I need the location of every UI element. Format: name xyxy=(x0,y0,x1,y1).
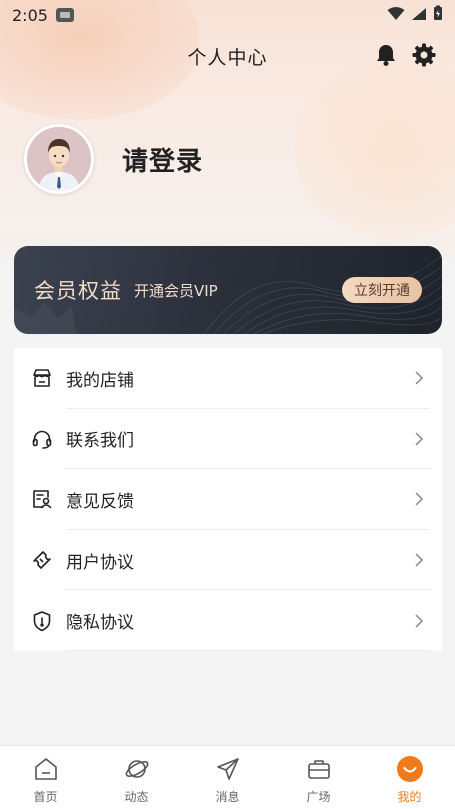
app-notification-icon xyxy=(55,8,74,22)
cellular-signal-icon xyxy=(411,6,427,25)
ticket-icon xyxy=(30,548,54,572)
top-header: 个人中心 xyxy=(0,38,455,74)
headset-icon xyxy=(30,427,54,451)
bell-icon[interactable] xyxy=(373,42,399,68)
menu-item-label: 意见反馈 xyxy=(66,491,134,512)
smile-icon xyxy=(396,755,424,783)
status-indicators xyxy=(387,5,443,25)
page-title: 个人中心 xyxy=(187,46,268,69)
wifi-icon xyxy=(387,6,405,25)
shield-icon xyxy=(30,609,54,633)
chevron-right-icon xyxy=(414,552,430,568)
settings-menu: 我的店铺 联系我们 意见反馈 用户协议 隐私协议 xyxy=(14,348,442,651)
chevron-right-icon xyxy=(414,613,430,629)
vip-title: 会员权益 xyxy=(34,279,122,303)
menu-item-label: 用户协议 xyxy=(66,552,134,573)
store-icon xyxy=(30,366,54,390)
avatar[interactable] xyxy=(24,124,94,194)
nav-square[interactable]: 广场 xyxy=(273,746,364,809)
planet-icon xyxy=(123,755,151,783)
briefcase-icon xyxy=(305,755,333,783)
menu-item-my-store[interactable]: 我的店铺 xyxy=(14,348,442,409)
send-icon xyxy=(214,755,242,783)
nav-mine[interactable]: 我的 xyxy=(364,746,455,809)
home-icon xyxy=(32,755,60,783)
nav-label: 消息 xyxy=(215,790,240,804)
chevron-right-icon xyxy=(414,370,430,386)
menu-item-label: 联系我们 xyxy=(66,431,134,452)
gear-icon[interactable] xyxy=(411,42,437,68)
bottom-navigation: 首页 动态 消息 广场 我的 xyxy=(0,745,455,809)
nav-label: 我的 xyxy=(397,790,422,804)
menu-item-label: 隐私协议 xyxy=(66,613,134,634)
chevron-right-icon xyxy=(414,431,430,447)
header-actions xyxy=(373,42,437,68)
profile-section[interactable]: 请登录 xyxy=(24,124,203,194)
nav-moments[interactable]: 动态 xyxy=(91,746,182,809)
nav-label: 广场 xyxy=(306,790,331,804)
status-bar: 2:05 xyxy=(0,0,455,30)
feedback-icon xyxy=(30,487,54,511)
battery-icon xyxy=(433,5,443,25)
menu-item-label: 我的店铺 xyxy=(66,370,134,391)
nav-label: 首页 xyxy=(33,790,58,804)
chevron-right-icon xyxy=(414,491,430,507)
nav-messages[interactable]: 消息 xyxy=(182,746,273,809)
vip-banner[interactable]: 会员权益 开通会员VIP 立刻开通 xyxy=(14,246,442,334)
menu-item-feedback[interactable]: 意见反馈 xyxy=(14,469,442,530)
status-time: 2:05 xyxy=(12,5,48,25)
login-prompt[interactable]: 请登录 xyxy=(122,141,203,178)
menu-item-contact-us[interactable]: 联系我们 xyxy=(14,409,442,470)
menu-item-privacy-policy[interactable]: 隐私协议 xyxy=(14,590,442,651)
vip-subtitle: 开通会员VIP xyxy=(134,281,218,300)
open-vip-button[interactable]: 立刻开通 xyxy=(342,277,422,303)
nav-label: 动态 xyxy=(124,790,149,804)
nav-home[interactable]: 首页 xyxy=(0,746,91,809)
menu-item-user-agreement[interactable]: 用户协议 xyxy=(14,530,442,591)
